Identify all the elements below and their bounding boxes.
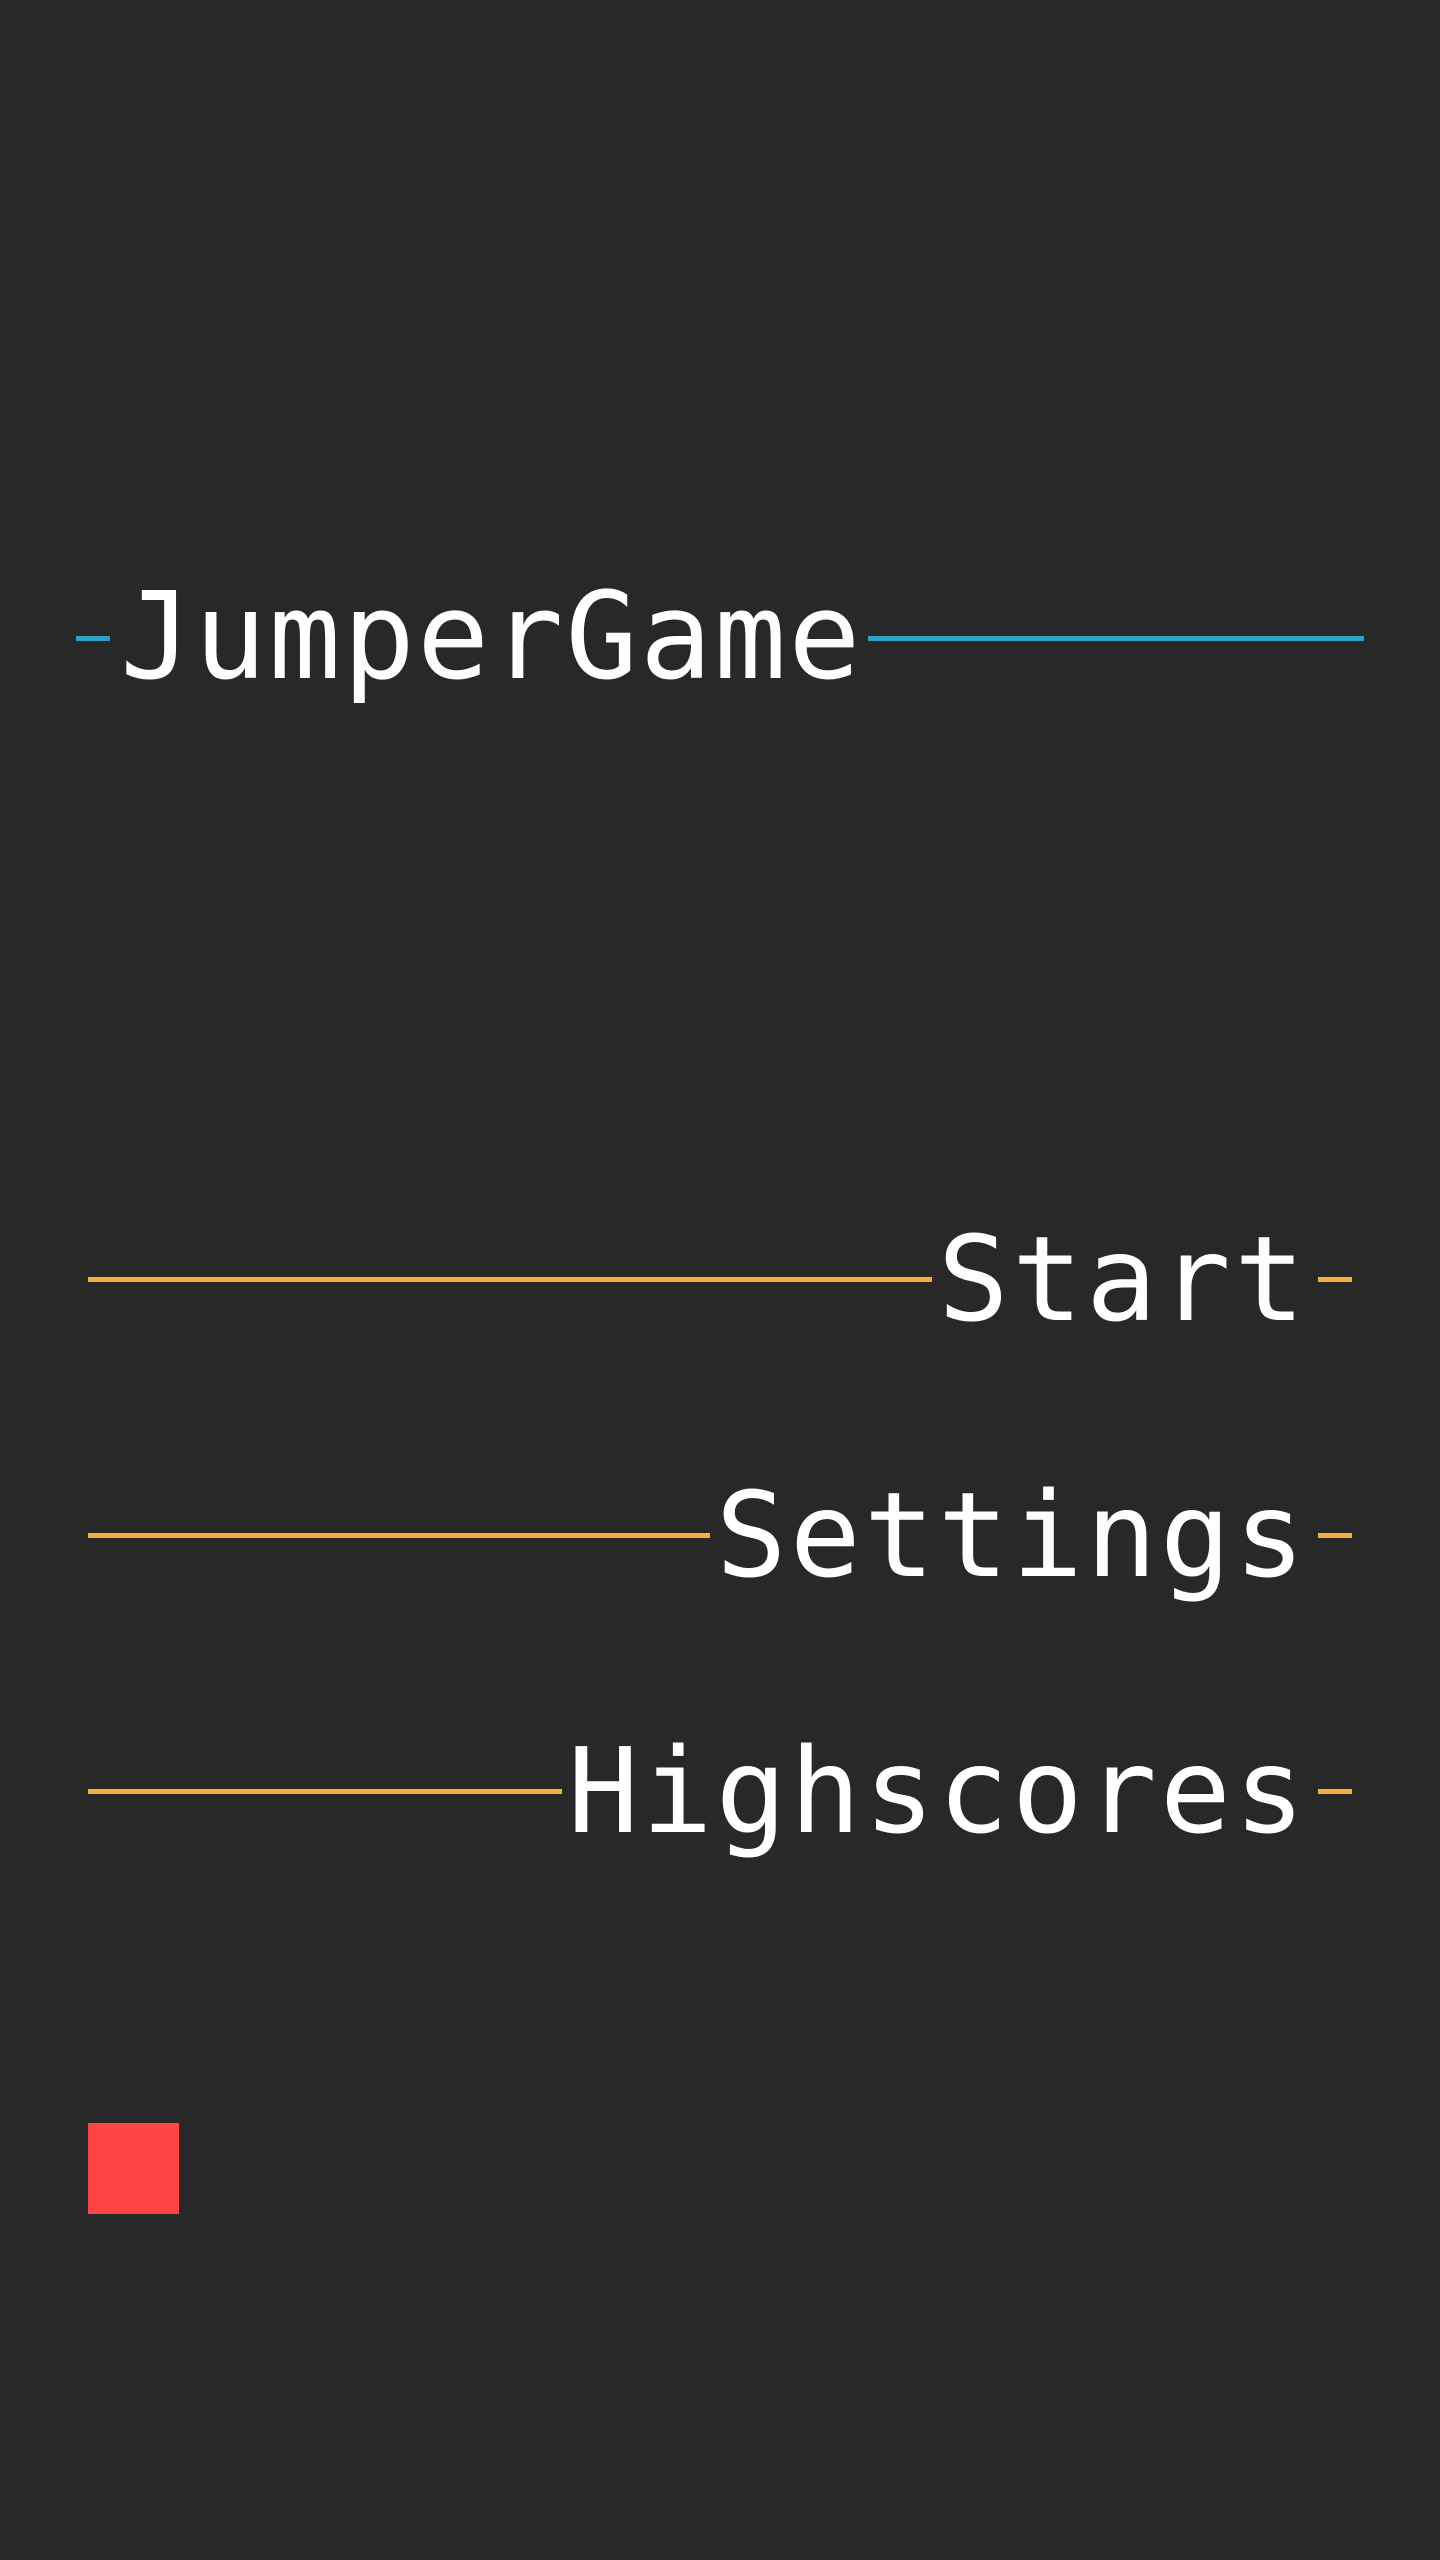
menu-item-highscores[interactable]: Highscores: [88, 1726, 1352, 1856]
settings-button[interactable]: Settings: [716, 1476, 1308, 1594]
menu-tail-line: [1318, 1532, 1352, 1538]
highscores-button[interactable]: Highscores: [568, 1732, 1308, 1850]
menu-line: [88, 1532, 710, 1538]
menu-tail-line: [1318, 1276, 1352, 1282]
menu-item-start[interactable]: Start: [88, 1214, 1352, 1344]
title-banner: JumperGame: [76, 566, 1364, 710]
menu-item-settings[interactable]: Settings: [88, 1470, 1352, 1600]
game-title: JumperGame: [120, 568, 863, 707]
menu-line: [88, 1788, 562, 1794]
menu-tail-line: [1318, 1788, 1352, 1794]
start-button[interactable]: Start: [938, 1220, 1308, 1338]
title-trail-line: [868, 635, 1364, 641]
title-lead-line: [76, 635, 110, 641]
player-square-icon: [88, 2123, 179, 2214]
menu-line: [88, 1276, 932, 1282]
